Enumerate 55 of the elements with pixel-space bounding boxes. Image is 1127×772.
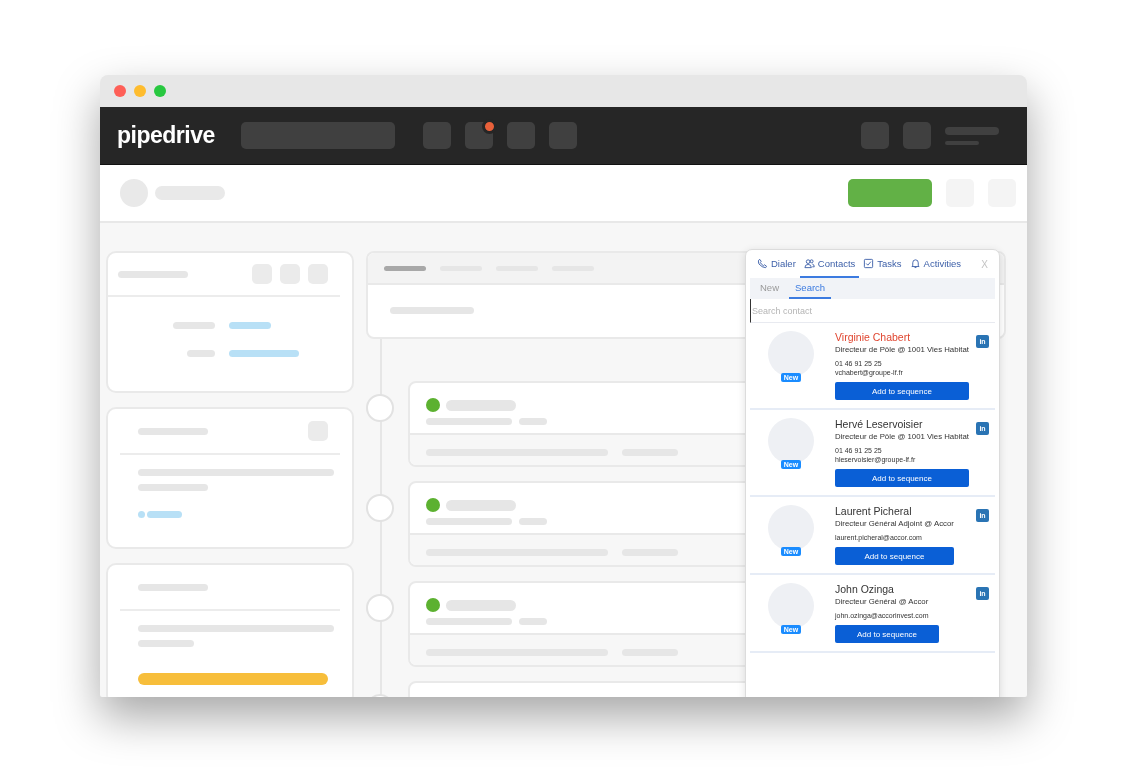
placeholder-bar — [446, 399, 516, 411]
placeholder-bar — [945, 140, 979, 145]
phone-icon — [757, 257, 768, 269]
placeholder-bar — [138, 640, 194, 647]
contact-name[interactable]: Laurent Picheral — [835, 505, 912, 517]
contact-name[interactable]: Virginie Chabert — [835, 331, 911, 343]
bell-icon — [909, 257, 921, 269]
nav-tile[interactable] — [549, 122, 577, 149]
placeholder-bar — [173, 322, 215, 329]
contact-name[interactable]: Hervé Leservoisier — [835, 418, 923, 430]
status-dot — [426, 498, 440, 512]
avatar-placeholder — [768, 583, 814, 629]
placeholder-bar — [147, 511, 182, 518]
avatar-placeholder — [768, 505, 814, 551]
add-to-sequence-button[interactable]: Add to sequence — [835, 382, 969, 400]
search-field[interactable]: Search contact — [750, 299, 995, 323]
app-logo[interactable]: pipedrive — [117, 122, 227, 149]
placeholder-dot — [138, 511, 145, 518]
placeholder-bar — [446, 499, 516, 511]
panel-tab[interactable]: Activities — [905, 250, 966, 278]
placeholder-bar — [519, 518, 547, 525]
placeholder-bar — [138, 427, 208, 435]
nav-tile[interactable] — [861, 122, 889, 149]
maximize-window-button[interactable] — [154, 85, 166, 97]
placeholder-bar — [229, 322, 271, 329]
primary-action-placeholder[interactable] — [848, 179, 932, 207]
placeholder-bar — [446, 599, 516, 611]
panel-tab[interactable]: Tasks — [859, 250, 906, 278]
add-to-sequence-button[interactable]: Add to sequence — [835, 469, 969, 487]
add-to-sequence-button[interactable]: Add to sequence — [835, 547, 954, 565]
nav-tile[interactable] — [903, 122, 931, 149]
placeholder-bar — [384, 265, 426, 271]
nav-tile[interactable] — [423, 122, 451, 149]
add-to-sequence-button[interactable]: Add to sequence — [835, 625, 940, 643]
people-icon — [803, 257, 815, 269]
minimize-window-button[interactable] — [134, 85, 146, 97]
placeholder-bar — [519, 618, 547, 625]
nav-tile[interactable] — [465, 122, 493, 149]
placeholder-bar — [187, 350, 215, 357]
status-dot — [426, 598, 440, 612]
checkbox-icon — [863, 257, 875, 269]
placeholder-bar — [138, 583, 208, 591]
panel-tab[interactable]: Dialer — [753, 250, 800, 278]
placeholder-bar — [118, 270, 188, 278]
contact-name[interactable]: John Ozinga — [835, 583, 894, 595]
placeholder-bar — [519, 418, 547, 425]
nav-tile[interactable] — [507, 122, 535, 149]
placeholder-bar — [229, 350, 299, 357]
search-field-placeholder[interactable] — [241, 122, 395, 149]
avatar-placeholder — [768, 331, 814, 377]
status-dot — [426, 398, 440, 412]
placeholder-bar — [138, 484, 208, 491]
avatar-placeholder — [768, 418, 814, 464]
close-window-button[interactable] — [114, 85, 126, 97]
placeholder-bar — [945, 126, 999, 135]
